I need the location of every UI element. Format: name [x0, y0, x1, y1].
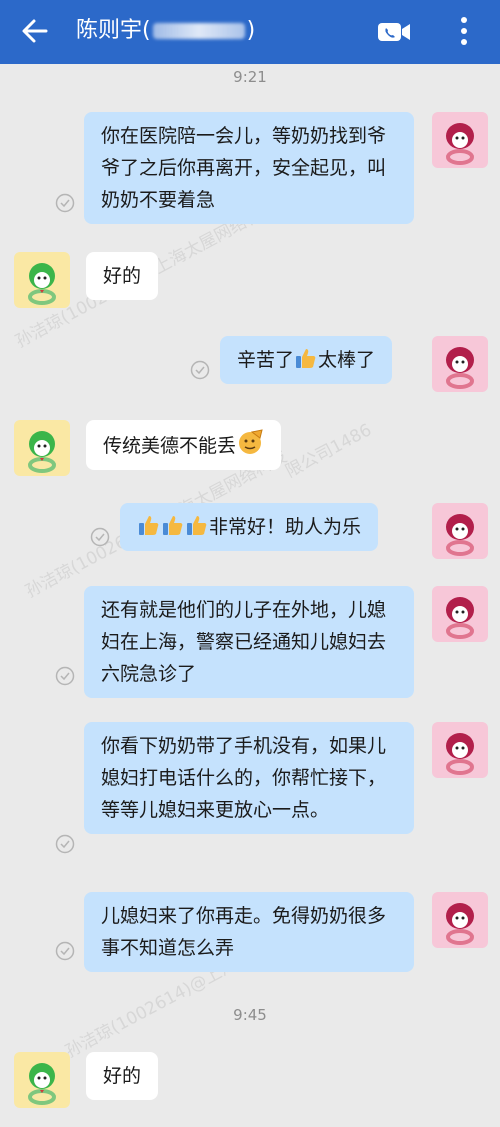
message-bubble-outgoing[interactable]: 辛苦了 太棒了: [220, 336, 393, 384]
message-text: 非常好！助人为乐: [209, 516, 362, 538]
read-receipt-icon: [55, 193, 75, 213]
watermark: 限公司1486: [282, 420, 375, 483]
message-text: 传统美德不能丢: [103, 435, 237, 457]
avatar-pink-mascot-icon: [446, 514, 474, 556]
contact-name: 陈则宇(: [76, 18, 151, 43]
avatar-green-frog-mascot-icon: [28, 431, 56, 473]
read-receipt-icon: [90, 527, 110, 547]
avatar[interactable]: [432, 112, 488, 168]
video-call-icon[interactable]: [376, 18, 412, 46]
timestamp: 9:21: [233, 68, 267, 86]
avatar[interactable]: [432, 892, 488, 948]
avatar[interactable]: [432, 586, 488, 642]
avatar-green-frog-mascot-icon: [28, 1063, 56, 1105]
contact-title[interactable]: 陈则宇(): [76, 15, 255, 47]
avatar-pink-mascot-icon: [446, 903, 474, 945]
chat-header: 陈则宇(): [0, 0, 500, 64]
avatar[interactable]: [14, 1052, 70, 1108]
thumbs-up-icon: [163, 516, 183, 535]
avatar-pink-mascot-icon: [446, 733, 474, 775]
more-vertical-icon[interactable]: [456, 14, 472, 48]
message-bubble-incoming[interactable]: 好的: [86, 1052, 159, 1100]
redacted-id: [152, 23, 245, 39]
avatar-pink-mascot-icon: [446, 123, 474, 165]
avatar-pink-mascot-icon: [446, 597, 474, 639]
message-bubble-incoming[interactable]: 传统美德不能丢: [86, 420, 282, 470]
avatar[interactable]: [432, 722, 488, 778]
avatar[interactable]: [14, 252, 70, 308]
avatar-pink-mascot-icon: [446, 347, 474, 389]
message-bubble-outgoing[interactable]: 非常好！助人为乐: [120, 503, 379, 551]
message-bubble-incoming[interactable]: 好的: [86, 252, 159, 300]
avatar[interactable]: [14, 420, 70, 476]
salute-face-icon: [239, 429, 263, 454]
message-bubble-outgoing[interactable]: 儿媳妇来了你再走。免得奶奶很多事不知道怎么弄: [84, 892, 414, 972]
message-text: 太棒了: [318, 349, 376, 371]
message-bubble-outgoing[interactable]: 你看下奶奶带了手机没有，如果儿媳妇打电话什么的，你帮忙接下，等等儿媳妇来更放心一…: [84, 722, 414, 834]
message-bubble-outgoing[interactable]: 还有就是他们的儿子在外地，儿媳妇在上海，警察已经通知儿媳妇去六院急诊了: [84, 586, 414, 698]
read-receipt-icon: [190, 360, 210, 380]
title-close-paren: ): [246, 18, 256, 43]
read-receipt-icon: [55, 666, 75, 686]
thumbs-up-icon: [139, 516, 159, 535]
timestamp: 9:45: [233, 1006, 267, 1024]
avatar[interactable]: [432, 503, 488, 559]
thumbs-up-icon: [296, 349, 316, 368]
avatar-green-frog-mascot-icon: [28, 263, 56, 305]
thumbs-up-icon: [187, 516, 207, 535]
arrow-left-icon[interactable]: [18, 14, 52, 48]
read-receipt-icon: [55, 834, 75, 854]
read-receipt-icon: [55, 941, 75, 961]
message-text: 辛苦了: [237, 349, 295, 371]
avatar[interactable]: [432, 336, 488, 392]
message-bubble-outgoing[interactable]: 你在医院陪一会儿，等奶奶找到爷爷了之后你再离开，安全起见，叫奶奶不要着急: [84, 112, 414, 224]
